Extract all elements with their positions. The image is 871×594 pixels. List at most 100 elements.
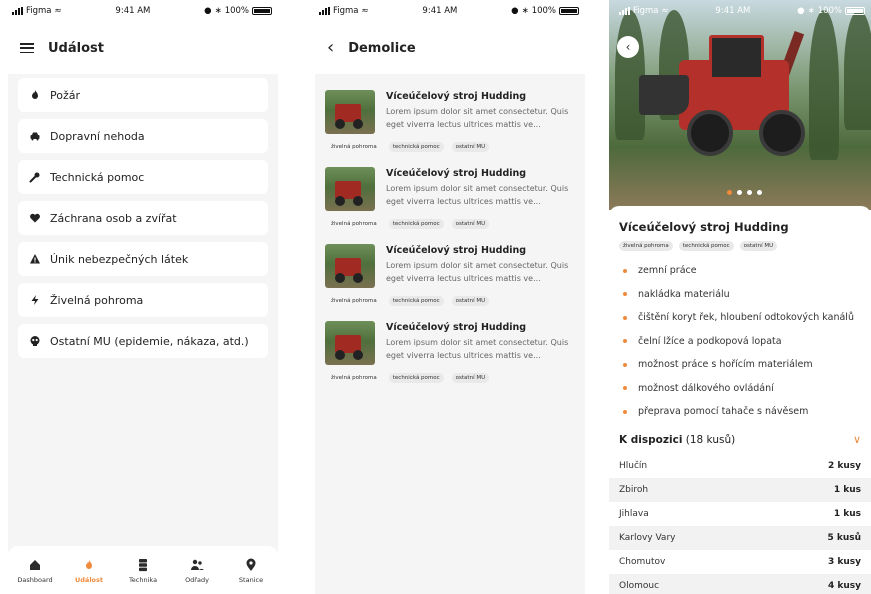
tag: ostatní MU [451,373,490,383]
equipment-list: Víceúčelový stroj Hudding Lorem ipsum dol… [315,74,585,390]
equipment-thumbnail [325,90,375,134]
nav-label: Dashboard [17,575,53,584]
station-name: Olomouc [619,580,660,591]
table-row: Zbiroh 1 kus [609,477,871,502]
alarm-icon: ● [511,6,519,16]
table-row: Jihlava 1 kus [609,502,871,526]
equipment-thumbnail [325,321,375,365]
back-button[interactable]: ‹ [617,36,639,58]
tag-list: živelná pohroma technická pomoc ostatní MU [327,296,490,306]
tag: technická pomoc [388,142,444,152]
status-bar: Figma ≈ 9:41 AM ● ∗ 100% [315,0,585,22]
category-card[interactable]: Ostatní MU (epidemie, nákaza, atd.) [18,324,268,358]
category-card[interactable]: Dopravní nehoda [18,119,268,153]
item-title: Víceúčelový stroj Hudding [386,168,527,179]
udalost-screen: Figma ≈ 9:41 AM ● ∗ 100% Událost Požár Dopra… [8,0,278,594]
app-header: Událost [8,22,278,74]
carousel-dot[interactable] [727,190,732,195]
list-item[interactable]: Víceúčelový stroj Hudding Lorem ipsum dol… [323,313,577,390]
list-item[interactable]: Víceúčelový stroj Hudding Lorem ipsum dol… [323,159,577,236]
category-label: Ostatní MU (epidemie, nákaza, atd.) [50,334,249,348]
nav-item[interactable]: Odřady [173,557,221,584]
battery-icon [252,7,272,15]
item-description: Lorem ipsum dolor sit amet consectetur. … [386,107,569,129]
chevron-down-icon[interactable]: ∨ [853,433,861,446]
nav-item[interactable]: Stanice [227,557,275,584]
tag: technická pomoc [388,373,444,383]
nav-item[interactable]: Událost [65,557,113,584]
tag: ostatní MU [451,296,490,306]
clock: 9:41 AM [422,6,458,16]
battery-label: 100% [817,6,842,16]
nav-item[interactable]: Dashboard [11,557,59,584]
equipment-photo: Figma ≈ 9:41 AM ● ∗ 100% ‹ [609,0,871,210]
tag: ostatní MU [739,241,778,251]
carrier-label: Figma [633,6,659,16]
feature-item: nakládka materiálu [619,283,861,307]
category-card[interactable]: Technická pomoc [18,160,268,194]
station-name: Jihlava [619,508,649,519]
server-icon [135,557,151,573]
back-icon[interactable]: ‹ [327,39,334,57]
list-item[interactable]: Víceúčelový stroj Hudding Lorem ipsum dol… [323,236,577,313]
availability-label: K dispozici [619,433,683,446]
table-row: Chomutov 3 kusy [609,550,871,574]
item-title: Víceúčelový stroj Hudding [386,91,527,102]
station-quantity: 4 kusy [827,580,861,591]
car-icon [28,129,42,143]
bottom-navigation: Dashboard Událost Technika Odřady Stanice [8,546,278,594]
app-header: ‹ Demolice [315,22,585,74]
tag: živelná pohroma [619,241,673,251]
carousel-dot[interactable] [757,190,762,195]
menu-icon[interactable] [20,43,34,53]
tag: živelná pohroma [331,375,377,381]
category-card[interactable]: Záchrana osob a zvířat [18,201,268,235]
category-card[interactable]: Únik nebezpečných látek [18,242,268,276]
tag: technická pomoc [388,296,444,306]
item-description: Lorem ipsum dolor sit amet consectetur. … [386,184,569,206]
status-bar: Figma ≈ 9:41 AM ● ∗ 100% [8,0,278,22]
table-row: Hlučín 2 kusy [609,454,871,478]
category-label: Požár [50,88,81,102]
clock: 9:41 AM [115,6,151,16]
nav-item[interactable]: Technika [119,557,167,584]
carousel-indicator [727,190,762,195]
item-title: Víceúčelový stroj Hudding [386,322,527,333]
bluetooth-icon: ∗ [214,6,222,16]
back-icon: ‹ [625,40,631,54]
heart-icon [28,211,42,225]
carousel-dot[interactable] [737,190,742,195]
category-list: Požár Dopravní nehoda Technická pomoc Záchr… [8,74,278,358]
station-name: Chomutov [619,556,666,567]
availability-count: (18 kusů) [685,433,736,446]
skull-icon [28,334,42,348]
availability-table: Hlučín 2 kusy Zbiroh 1 kus Jihlava 1 kus Karlo… [609,454,871,594]
nav-label: Technika [128,575,158,584]
category-card[interactable]: Živelná pohroma [18,283,268,317]
nav-label: Stanice [238,575,264,584]
battery-label: 100% [224,6,249,16]
home-icon [27,557,43,573]
signal-icon [319,7,330,15]
page-title: Demolice [348,40,416,56]
detail-screen: Figma ≈ 9:41 AM ● ∗ 100% ‹ Víceúčelový stro… [609,0,871,594]
nav-label: Událost [75,575,103,584]
tag-list: živelná pohroma technická pomoc ostatní MU [619,241,861,251]
battery-icon [559,7,579,15]
list-item[interactable]: Víceúčelový stroj Hudding Lorem ipsum dol… [323,82,577,159]
demolice-screen: Figma ≈ 9:41 AM ● ∗ 100% ‹ Demolice Víceúče… [315,0,585,594]
item-title: Víceúčelový stroj Hudding [386,245,527,256]
feature-list: zemní práce nakládka materiálu čištění kor… [619,259,861,424]
battery-icon [845,7,865,15]
bolt-icon [28,293,42,307]
category-card[interactable]: Požár [18,78,268,112]
warning-icon [28,252,42,266]
carousel-dot[interactable] [747,190,752,195]
alarm-icon: ● [797,6,805,16]
availability-header[interactable]: K dispozici (18 kusů) ∨ [619,426,861,454]
equipment-thumbnail [325,167,375,211]
tag-list: živelná pohroma technická pomoc ostatní MU [327,219,490,229]
tag: ostatní MU [451,219,490,229]
table-row: Karlovy Vary 5 kusů [609,525,871,550]
availability-title: K dispozici (18 kusů) [619,434,735,446]
